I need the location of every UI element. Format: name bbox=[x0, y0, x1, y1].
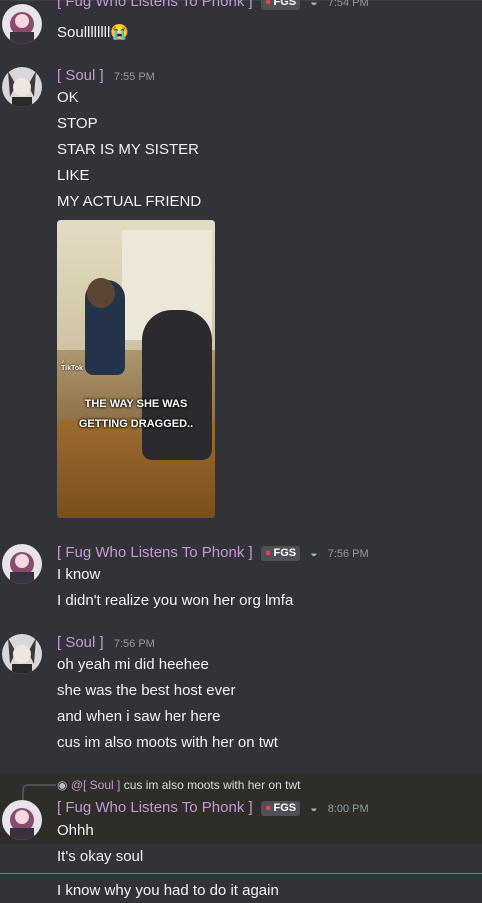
timestamp: 7:56 PM bbox=[327, 548, 369, 560]
avatar[interactable] bbox=[2, 67, 42, 107]
role-tag: ● FGS bbox=[260, 0, 301, 10]
message-text: I know why you had to do it again bbox=[57, 882, 279, 899]
message-text: Soullllllll😭 bbox=[57, 24, 130, 41]
reply-connector bbox=[22, 784, 56, 800]
username[interactable]: [ Soul ] bbox=[57, 634, 104, 651]
message-text: Ohhh bbox=[57, 822, 94, 839]
message-text: I know bbox=[57, 566, 101, 583]
tiktok-watermark: ♪ TikTok bbox=[61, 358, 83, 372]
message-text: STAR IS MY SISTER bbox=[57, 141, 199, 158]
message-text: MY ACTUAL FRIEND bbox=[57, 193, 202, 210]
video-figure-head bbox=[87, 278, 115, 308]
reply-author[interactable]: @[ Soul ] bbox=[71, 778, 121, 792]
mushroom-icon: ● bbox=[264, 802, 272, 814]
avatar[interactable] bbox=[2, 800, 42, 840]
timestamp: 7:54 PM bbox=[327, 0, 369, 9]
message-text: It's okay soul bbox=[57, 848, 144, 865]
message-text: oh yeah mi did heehee bbox=[57, 656, 209, 673]
message-text: she was the best host ever bbox=[57, 682, 236, 699]
message-text: STOP bbox=[57, 115, 98, 132]
video-attachment[interactable]: ♪ TikTok THE WAY SHE WAS GETTING DRAGGED.… bbox=[57, 220, 215, 518]
timestamp: 7:56 PM bbox=[113, 638, 155, 650]
message-text: I didn't realize you won her org lmfa bbox=[57, 592, 294, 609]
bowl-icon: ◒ bbox=[310, 546, 318, 560]
role-tag: ● FGS bbox=[260, 546, 301, 561]
username[interactable]: [ Soul ] bbox=[57, 67, 104, 84]
reply-reference[interactable]: ◉ @[ Soul ] cus im also moots with her o… bbox=[57, 778, 300, 792]
bowl-icon: ◒ bbox=[310, 0, 318, 9]
message-text: OK bbox=[57, 89, 79, 106]
mushroom-icon: ● bbox=[264, 547, 272, 559]
video-figure bbox=[142, 310, 212, 460]
video-caption: THE WAY SHE WAS GETTING DRAGGED.. bbox=[78, 398, 194, 430]
new-messages-divider bbox=[0, 873, 482, 874]
timestamp: 7:55 PM bbox=[113, 71, 155, 83]
message-text: and when i saw her here bbox=[57, 708, 221, 725]
message-text: cus im also moots with her on twt bbox=[57, 734, 278, 751]
avatar[interactable] bbox=[2, 634, 42, 674]
username[interactable]: [ Fug Who Listens To Phonk ] bbox=[57, 799, 253, 816]
message-header: [ Fug Who Listens To Phonk ] ● FGS ◒ 7:54… bbox=[57, 0, 369, 10]
username[interactable]: [ Fug Who Listens To Phonk ] bbox=[57, 544, 253, 561]
timestamp: 8:00 PM bbox=[327, 803, 369, 815]
role-tag: ● FGS bbox=[260, 801, 301, 816]
username[interactable]: [ Fug Who Listens To Phonk ] bbox=[57, 0, 253, 10]
message-header: [ Soul ] 7:55 PM bbox=[57, 67, 155, 84]
message-header: [ Fug Who Listens To Phonk ] ● FGS ◒ 7:56… bbox=[57, 544, 369, 561]
bowl-icon: ◒ bbox=[310, 801, 318, 815]
message-header: [ Soul ] 7:56 PM bbox=[57, 634, 155, 651]
reply-text[interactable]: cus im also moots with her on twt bbox=[124, 778, 301, 792]
avatar[interactable] bbox=[2, 544, 42, 584]
reply-avatar-icon: ◉ bbox=[57, 778, 68, 792]
message-header: [ Fug Who Listens To Phonk ] ● FGS ◒ 8:00… bbox=[57, 799, 369, 816]
message-text: LIKE bbox=[57, 167, 90, 184]
avatar[interactable] bbox=[2, 4, 42, 44]
